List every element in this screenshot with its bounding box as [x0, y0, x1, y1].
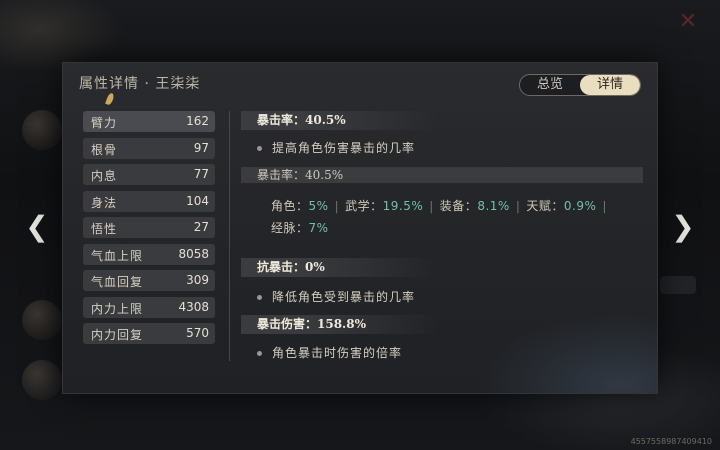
stat-row[interactable]: 身法 104: [83, 190, 215, 212]
crit-rate-subheading: 暴击率：40.5%: [241, 167, 643, 183]
breakdown-value: 8.1%: [477, 199, 510, 213]
crit-damage-heading: 暴击伤害：158.8%: [241, 315, 437, 334]
crit-breakdown-line: 角色：5% | 武学：19.5% | 装备：8.1% | 天赋：0.9% |: [271, 197, 613, 214]
stat-value: 104: [186, 193, 209, 208]
stat-row[interactable]: 根骨 97: [83, 137, 215, 159]
stat-list: 臂力 162 根骨 97 内息 77 身法 104 悟性 27 气血上限 805…: [83, 111, 215, 367]
bullet-dot-icon: [257, 295, 262, 300]
stat-name: 内力回复: [91, 328, 144, 342]
stat-row[interactable]: 气血上限 8058: [83, 243, 215, 265]
separator: |: [429, 199, 434, 213]
watermark-id: 4557558987409410: [630, 437, 712, 446]
detail-area: 暴击率：40.5% 提高角色伤害暴击的几率 暴击率：40.5% 角色：5% | 武学…: [241, 111, 645, 381]
stat-row[interactable]: 内力上限 4308: [83, 296, 215, 318]
background-avatar: [22, 300, 62, 340]
breakdown-value: 0.9%: [563, 199, 597, 213]
bullet-dot-icon: [257, 351, 262, 356]
breakdown-value: 5%: [308, 199, 329, 213]
bullet-dot-icon: [257, 146, 262, 151]
stat-name: 悟性: [91, 222, 118, 236]
stat-row[interactable]: 内力回复 570: [83, 323, 215, 344]
background-avatar: [22, 360, 62, 400]
stat-value: 27: [193, 220, 209, 234]
leaf-icon: [105, 92, 115, 106]
stat-name: 臂力: [91, 116, 118, 130]
stat-name: 根骨: [91, 142, 118, 157]
stat-value: 309: [186, 273, 209, 287]
breakdown-label: 经脉：: [271, 221, 309, 235]
attribute-detail-panel: 属性详情 · 王柒柒 总览 详情 臂力 162 根骨 97 内息 77 身法 1…: [62, 62, 658, 394]
crit-damage-desc-text: 角色暴击时伤害的倍率: [272, 346, 403, 360]
anti-crit-desc-text: 降低角色受到暴击的几率: [272, 290, 416, 304]
stat-value: 162: [186, 114, 209, 128]
tab-overview[interactable]: 总览: [520, 75, 580, 95]
crit-damage-description: 角色暴击时伤害的倍率: [257, 344, 402, 361]
panel-title: 属性详情 · 王柒柒: [79, 76, 201, 92]
breakdown-label: 天赋：: [526, 199, 564, 213]
breakdown-value: 7%: [308, 221, 329, 235]
stat-name: 内息: [91, 169, 118, 183]
background-strip: [660, 276, 696, 294]
stat-value: 77: [193, 167, 209, 181]
breakdown-label: 武学：: [345, 199, 383, 213]
tab-details[interactable]: 详情: [580, 75, 640, 95]
separator: |: [602, 199, 607, 213]
crit-rate-heading: 暴击率：40.5%: [241, 111, 437, 130]
column-divider: [229, 111, 230, 361]
background-topbar: [20, 8, 320, 38]
breakdown-label: 角色：: [271, 199, 309, 213]
stat-row[interactable]: 内息 77: [83, 164, 215, 185]
close-icon[interactable]: ✕: [676, 10, 700, 34]
stat-value: 570: [186, 326, 209, 340]
stat-name: 内力上限: [91, 301, 144, 316]
stat-name: 身法: [91, 195, 118, 210]
anti-crit-description: 降低角色受到暴击的几率: [257, 288, 415, 305]
stat-name: 气血回复: [91, 275, 144, 289]
background-avatar: [22, 110, 62, 150]
stat-row[interactable]: 悟性 27: [83, 217, 215, 238]
stat-value: 8058: [178, 246, 209, 261]
breakdown-label: 装备：: [439, 199, 478, 213]
separator: |: [334, 199, 340, 213]
crit-rate-description: 提高角色伤害暴击的几率: [257, 139, 415, 156]
view-tabs: 总览 详情: [519, 74, 641, 96]
previous-arrow-icon[interactable]: ❮: [24, 212, 50, 242]
anti-crit-heading: 抗暴击：0%: [241, 258, 437, 277]
next-arrow-icon[interactable]: ❯: [670, 212, 696, 242]
crit-rate-desc-text: 提高角色伤害暴击的几率: [272, 141, 416, 155]
crit-breakdown-line: 经脉：7%: [271, 219, 329, 236]
stat-name: 气血上限: [91, 248, 144, 263]
breakdown-value: 19.5%: [382, 199, 424, 213]
stat-value: 97: [193, 140, 209, 155]
stat-row[interactable]: 气血回复 309: [83, 270, 215, 291]
stat-value: 4308: [178, 299, 209, 314]
stat-row[interactable]: 臂力 162: [83, 111, 215, 132]
separator: |: [515, 199, 521, 213]
